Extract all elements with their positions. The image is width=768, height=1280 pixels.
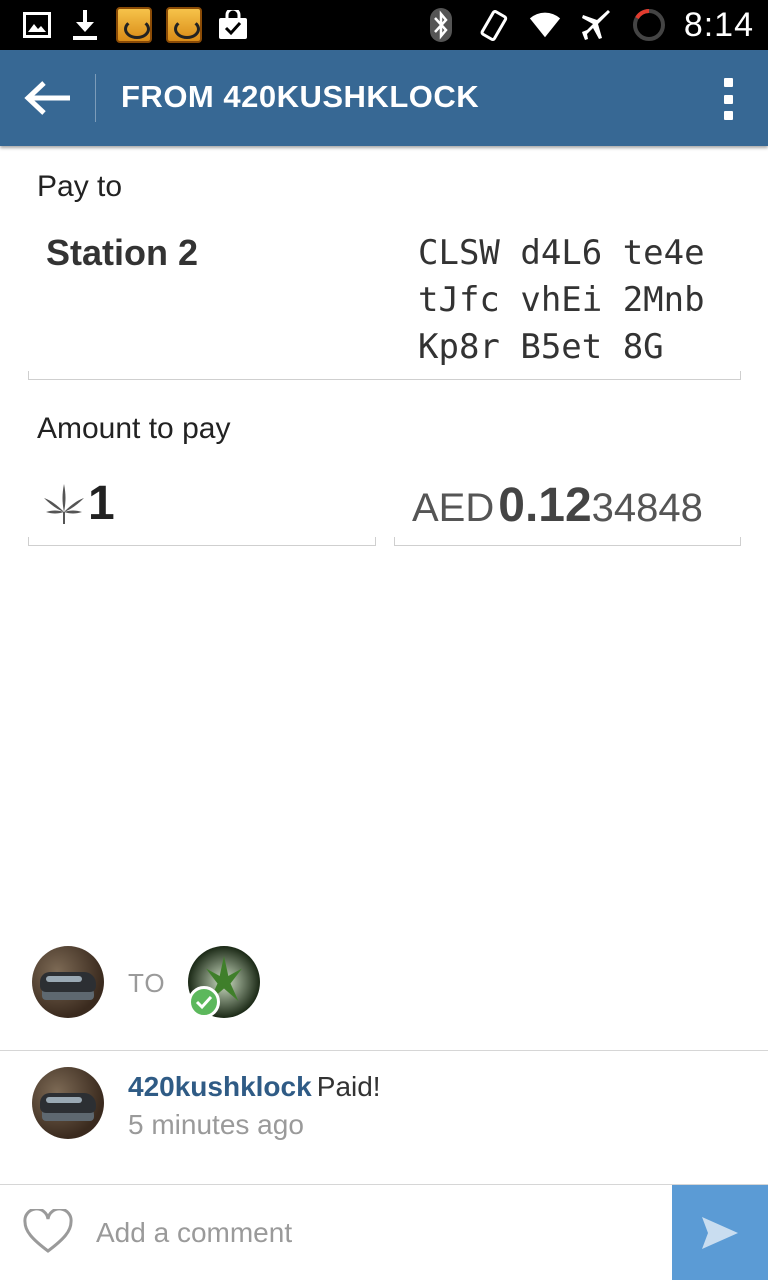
comment-input[interactable] [96,1209,656,1257]
notification-icons [20,6,250,44]
vibrate-icon [476,8,510,42]
activity-action: Paid! [316,1071,381,1102]
amount-value: 1 [88,477,115,530]
app-bar-divider [95,74,96,122]
activity-username[interactable]: 420kushklock [128,1071,312,1102]
leaf-icon [44,483,84,524]
dot-icon [723,94,733,104]
address-line: CLSW d4L6 te4e [418,233,705,273]
back-button[interactable] [20,72,76,124]
fiat-field-underline [394,537,741,546]
send-icon [702,1216,738,1249]
game-icon [116,7,152,43]
comment-bar [0,1185,768,1280]
status-bar: 8:14 [0,0,768,50]
amount-label: Amount to pay [37,412,231,445]
arrow-left-icon [24,81,70,115]
amount-field-underline [28,537,376,546]
activity-timestamp: 5 minutes ago [128,1109,304,1140]
heart-icon [23,1207,73,1253]
pay-to-field-underline [28,371,741,380]
divider [0,1050,768,1051]
download-icon [68,8,102,42]
address-line: Kp8r B5et 8G [418,327,664,367]
like-button[interactable] [22,1207,74,1255]
dot-icon [723,78,733,87]
activity-line: 420kushklock Paid! [128,1071,381,1103]
page-title: FROM 420KUSHKLOCK [121,79,480,114]
check-icon [188,986,220,1018]
bluetooth-icon [424,8,458,42]
payee-address: CLSW d4L6 te4e tJfc vhEi 2Mnb Kp8r B5et … [418,230,738,371]
system-icons: 8:14 [424,6,754,44]
battery-ring-icon [632,8,666,42]
sender-avatar[interactable] [32,946,104,1018]
address-line: tJfc vhEi 2Mnb [418,280,705,320]
game-icon [166,7,202,43]
wifi-icon [528,8,562,42]
fiat-amount: AED 0.12 34848 [412,478,703,533]
clock: 8:14 [683,5,754,44]
activity-avatar[interactable] [32,1067,104,1139]
fiat-minor: 34848 [591,486,703,530]
airplane-icon [580,8,614,42]
dot-icon [723,111,733,120]
image-icon [20,8,54,42]
pay-to-label: Pay to [37,170,123,203]
fiat-major: 0.12 [498,479,592,532]
store-bag-icon [216,8,250,42]
overflow-menu-button[interactable] [718,78,738,120]
send-button[interactable] [672,1185,768,1280]
payee-name: Station 2 [46,232,199,273]
fiat-currency: AED [412,486,495,530]
to-label: TO [128,968,166,998]
app-bar: FROM 420KUSHKLOCK [0,50,768,146]
amount-input[interactable]: 1 [42,476,115,531]
